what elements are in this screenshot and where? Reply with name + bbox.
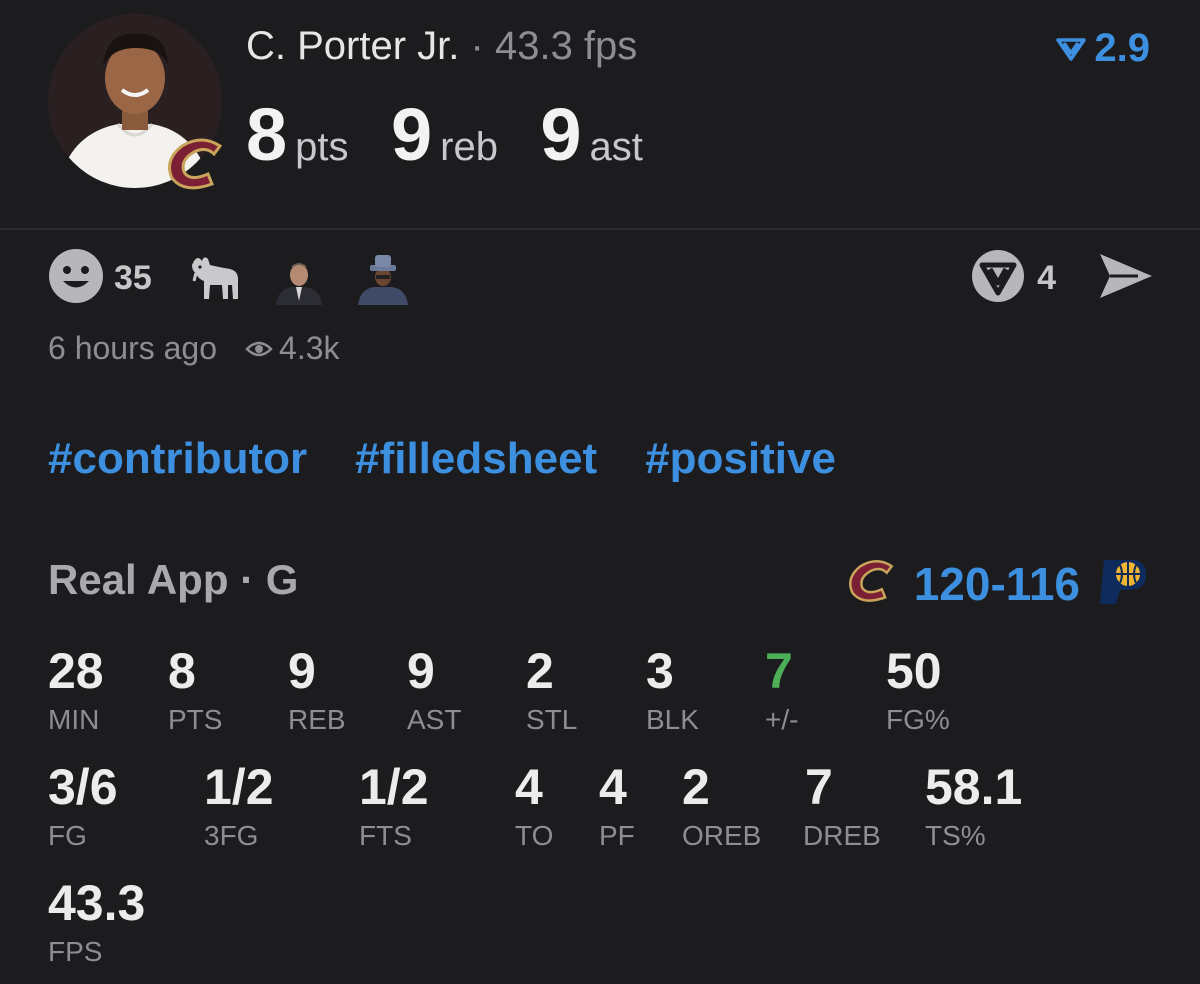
headline-reb-unit: reb (440, 125, 498, 169)
player-title: C. Porter Jr. · 43.3 fps (246, 24, 637, 69)
comment-count: 4 (1037, 258, 1056, 297)
stat-value: 4 (515, 759, 543, 815)
headline-pts-unit: pts (295, 125, 349, 169)
stat-reb: 9 REB (288, 646, 346, 734)
stat-label: FG (48, 820, 87, 851)
stat-plus-minus: 7 +/- (765, 646, 798, 734)
smiley-icon[interactable] (48, 248, 104, 309)
share-icon[interactable] (1098, 252, 1154, 305)
tag-list: #contributor #filledsheet #positive (48, 434, 836, 484)
stat-3fg: 1/2 3FG (204, 762, 274, 850)
headline-ast-value: 9 (540, 93, 582, 176)
stat-label: DREB (803, 820, 881, 851)
stat-value: 7 (805, 759, 833, 815)
stat-value: 43.3 (48, 875, 146, 931)
stat-label: STL (526, 704, 578, 735)
cavaliers-logo-icon (844, 558, 900, 609)
stat-label: AST (407, 704, 462, 735)
stat-label: MIN (48, 704, 100, 735)
stat-label: +/- (765, 704, 799, 735)
stat-value: 3/6 (48, 759, 118, 815)
stat-label: TS% (925, 820, 986, 851)
headline-stats: 8 pts 9 reb 9 ast (246, 92, 681, 177)
hat-man-icon[interactable] (355, 251, 410, 305)
stat-stl: 2 STL (526, 646, 577, 734)
stat-value: 3 (646, 643, 674, 699)
eye-icon (245, 330, 273, 367)
commissioner-icon[interactable] (271, 251, 326, 305)
stat-label: FTS (359, 820, 412, 851)
stat-label: OREB (682, 820, 762, 851)
stat-value: 2 (682, 759, 710, 815)
header-divider (0, 228, 1200, 230)
view-count-value: 4.3k (279, 330, 340, 366)
stat-pts: 8 PTS (168, 646, 222, 734)
stat-value: 58.1 (925, 759, 1023, 815)
stat-value: 4 (599, 759, 627, 815)
stat-dreb: 7 DREB (803, 762, 881, 850)
player-name[interactable]: C. Porter Jr. (246, 24, 459, 68)
reaction-row: 35 (48, 248, 440, 309)
separator-dot: · (470, 24, 484, 68)
smiley-count: 35 (114, 258, 152, 297)
stat-min: 28 MIN (48, 646, 104, 734)
post-actions: 4 (971, 249, 1154, 308)
tag-filledsheet[interactable]: #filledsheet (355, 434, 597, 484)
stat-label: FG% (886, 704, 950, 735)
stat-label: PTS (168, 704, 223, 735)
game-score-value: 120-116 (913, 557, 1080, 610)
stat-label: FPS (48, 936, 103, 967)
stat-oreb: 2 OREB (682, 762, 761, 850)
stat-fg: 3/6 FG (48, 762, 118, 850)
stat-ast: 9 AST (407, 646, 461, 734)
stat-to: 4 TO (515, 762, 553, 850)
view-count: 4.3k (245, 330, 340, 367)
stat-value: 7 (765, 643, 793, 699)
post-meta: 6 hours ago 4.3k (48, 330, 340, 367)
stat-value: 9 (407, 643, 435, 699)
headline-ast-unit: ast (589, 125, 643, 169)
stat-value: 9 (288, 643, 316, 699)
stat-fg-pct: 50 FG% (886, 646, 950, 734)
stat-ts-pct: 58.1 TS% (925, 762, 1022, 850)
cavaliers-logo-icon (162, 136, 230, 192)
vote-score[interactable]: 2.9 (1056, 26, 1150, 71)
headline-pts-value: 8 (246, 93, 288, 176)
stat-label: REB (288, 704, 346, 735)
time-ago: 6 hours ago (48, 330, 218, 366)
game-title: Real App · G (48, 556, 299, 603)
stat-blk: 3 BLK (646, 646, 699, 734)
stat-label: 3FG (204, 820, 259, 851)
pacers-logo-icon (1094, 556, 1150, 611)
player-fps: 43.3 fps (494, 24, 638, 68)
headline-reb-value: 9 (390, 93, 433, 176)
stat-value: 50 (886, 643, 942, 699)
vote-score-value: 2.9 (1094, 26, 1150, 70)
stat-value: 1/2 (359, 759, 429, 815)
stat-value: 8 (168, 643, 196, 699)
stat-value: 2 (526, 643, 554, 699)
stat-value: 28 (48, 643, 104, 699)
tag-positive[interactable]: #positive (645, 434, 836, 484)
stat-fts: 1/2 FTS (359, 762, 429, 850)
goat-icon[interactable] (188, 251, 242, 305)
stat-label: TO (515, 820, 554, 851)
tag-contributor[interactable]: #contributor (48, 434, 307, 484)
stat-label: PF (599, 820, 635, 851)
stat-pf: 4 PF (599, 762, 635, 850)
stat-label: BLK (646, 704, 699, 735)
stat-value: 1/2 (204, 759, 274, 815)
game-score[interactable]: 120-116 (844, 556, 1150, 611)
comment-icon[interactable] (971, 249, 1025, 308)
stat-fps: 43.3 FPS (48, 878, 145, 966)
vote-arrow-icon (1056, 26, 1087, 71)
